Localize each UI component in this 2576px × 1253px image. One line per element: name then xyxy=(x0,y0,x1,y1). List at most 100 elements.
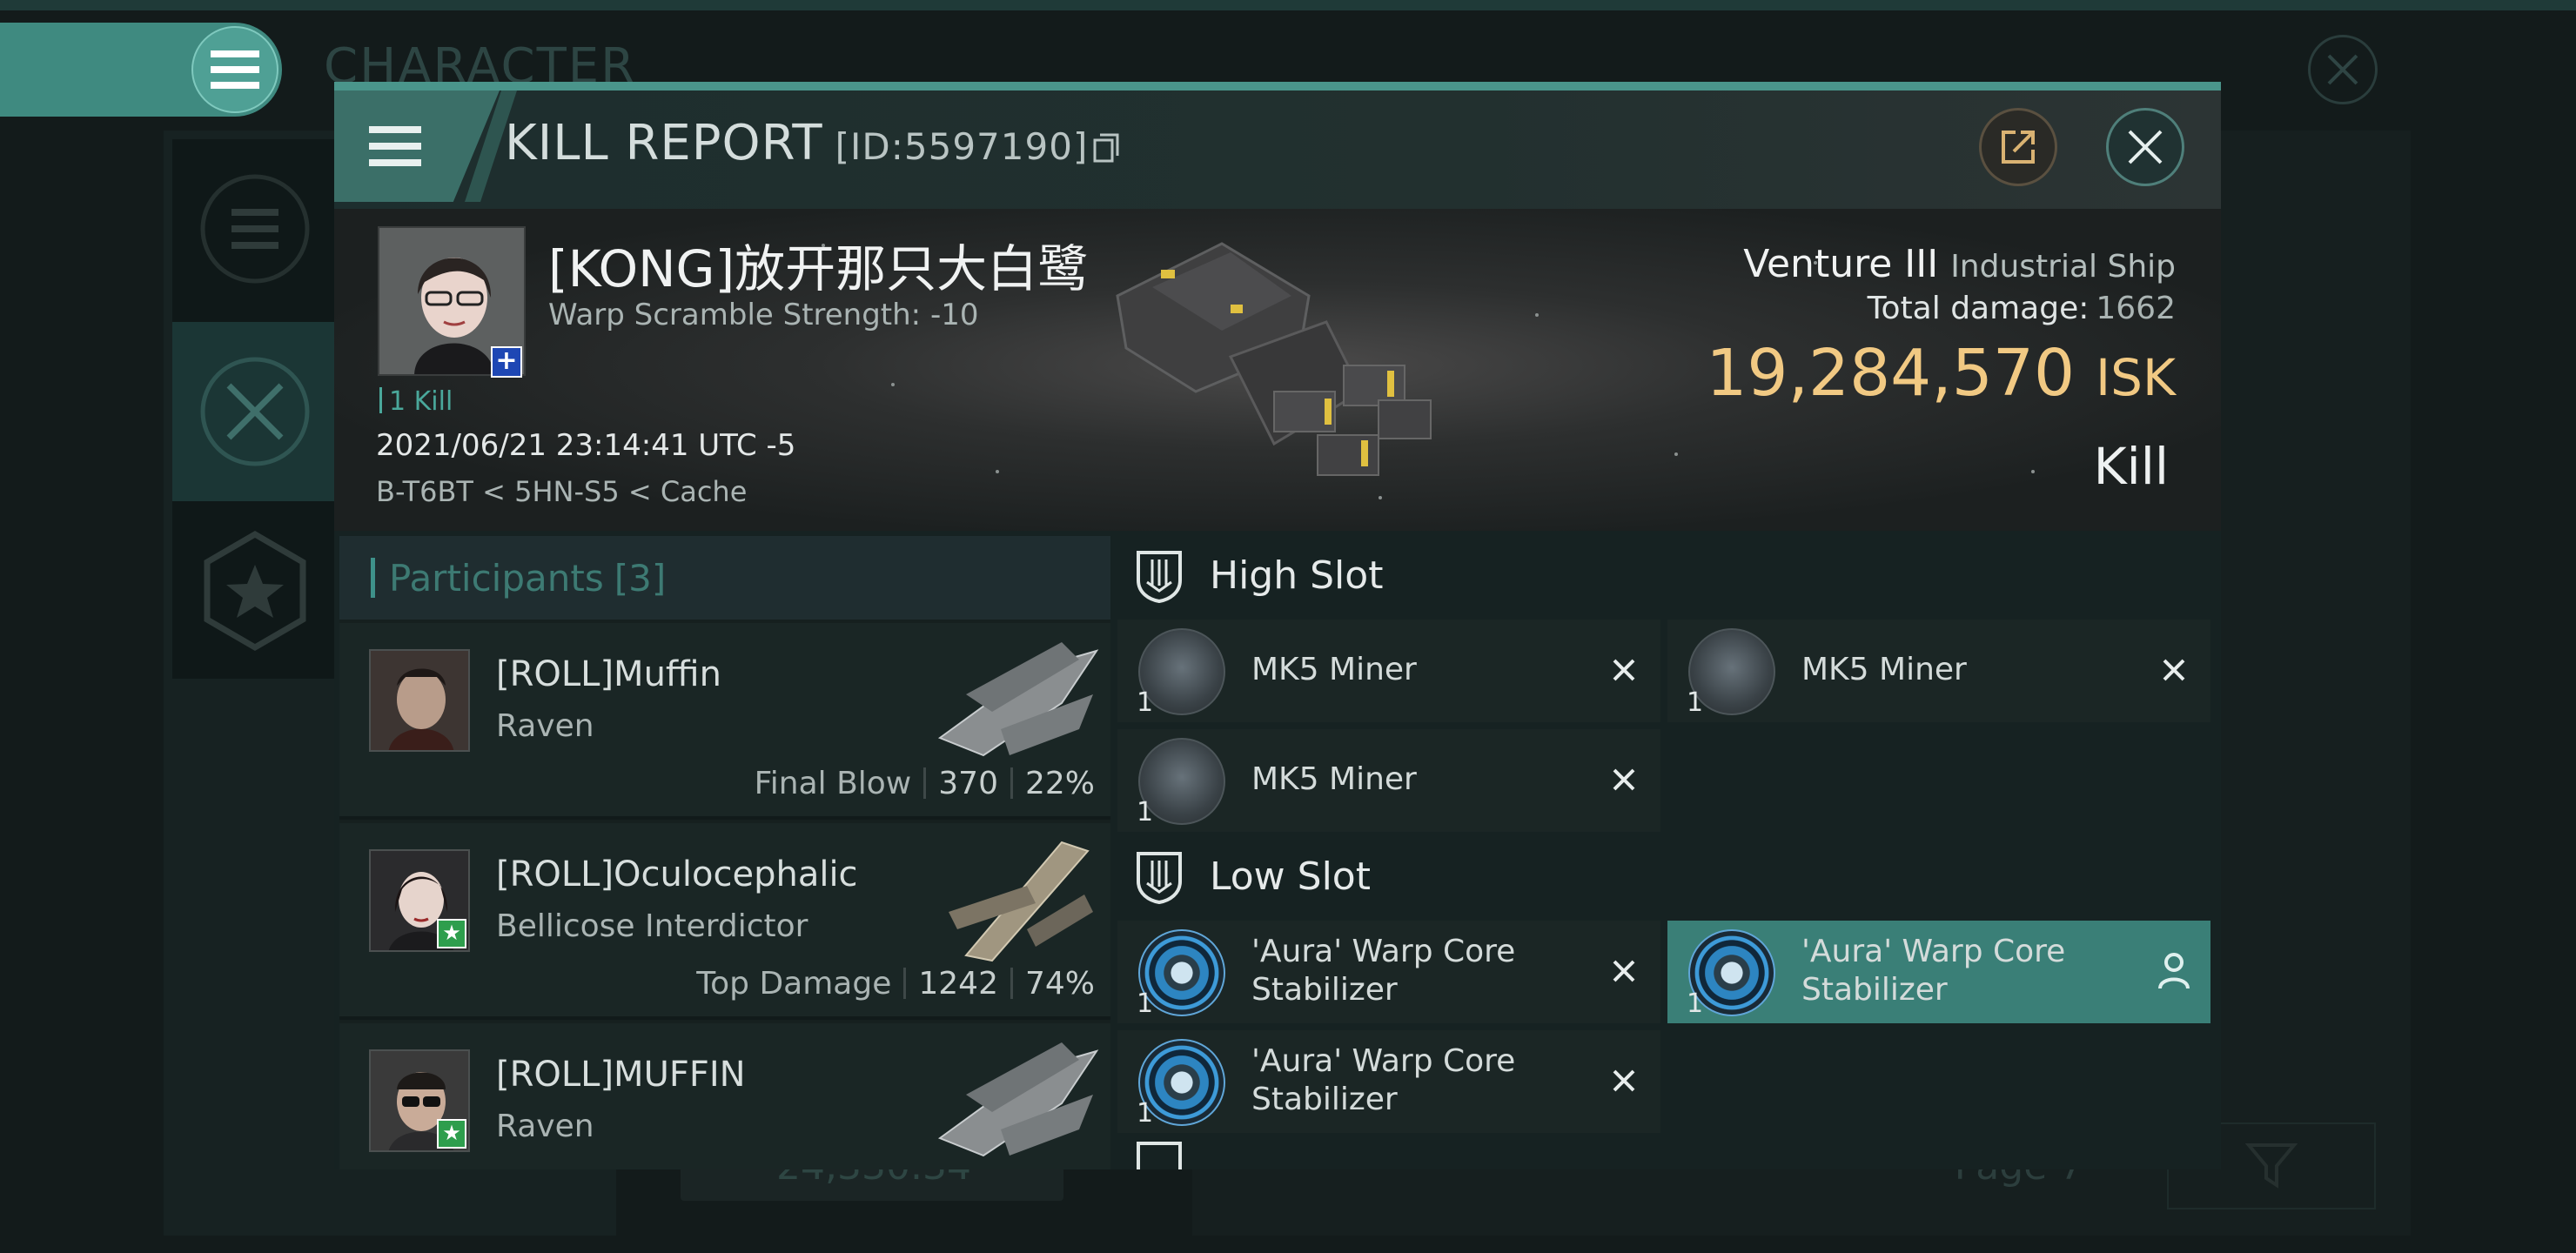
high-slot-item[interactable]: 1 MK5 Miner xyxy=(1117,729,1660,832)
item-quantity: 1 xyxy=(1137,1098,1154,1129)
high-slot-shield-icon xyxy=(1137,551,1182,603)
hamburger-icon xyxy=(369,126,421,166)
item-name: MK5 Miner xyxy=(1251,761,1417,797)
participant-avatar-image xyxy=(371,651,468,750)
item-name: 'Aura' Warp Core Stabilizer xyxy=(1251,934,1516,1008)
destroyed-x-icon xyxy=(2157,653,2191,687)
total-damage-value: 1662 xyxy=(2096,291,2176,326)
item-quantity: 1 xyxy=(1137,988,1154,1019)
item-quantity: 1 xyxy=(1137,687,1154,718)
participant-row[interactable]: ★ [ROLL]MUFFIN Raven xyxy=(339,1023,1110,1169)
high-slot-header: High Slot xyxy=(1117,536,2221,614)
participant-name: [ROLL]Muffin xyxy=(496,654,721,694)
ship-name[interactable]: Venture III Industrial Ship xyxy=(1743,242,2176,286)
app-root: CHARACTER 24,330.34 Page 7 KILL REPORT[I… xyxy=(0,0,2576,1253)
close-icon xyxy=(2128,130,2163,164)
hamburger-icon xyxy=(211,50,259,89)
ship-name-text: Venture III xyxy=(1743,242,1939,286)
share-icon xyxy=(2002,131,2035,164)
mid-slot-shield-icon xyxy=(1137,1142,1182,1169)
destroyed-x-icon xyxy=(1607,1063,1641,1098)
participant-ship-image xyxy=(949,841,1093,962)
kill-location[interactable]: B-T6BT < 5HN-S5 < Cache xyxy=(376,475,747,508)
main-menu-button[interactable] xyxy=(191,26,278,113)
participant-star-badge: ★ xyxy=(437,919,466,948)
participant-name: [ROLL]MUFFIN xyxy=(496,1055,746,1095)
item-quantity: 1 xyxy=(1687,687,1704,718)
kill-outcome: Kill xyxy=(2093,437,2169,496)
participants-count: [3] xyxy=(614,556,667,600)
isk-value: 19,284,570 ISK xyxy=(1706,336,2176,411)
total-damage: Total damage: 1662 xyxy=(1868,291,2176,326)
victim-status-badge: + xyxy=(491,346,522,378)
low-slot-item-selected[interactable]: 1 'Aura' Warp Core Stabilizer xyxy=(1667,921,2210,1023)
crossed-swords-icon xyxy=(200,357,310,466)
victim-ship-image xyxy=(1116,242,1432,476)
filter-icon xyxy=(2245,1143,2298,1189)
main-menu-pill[interactable] xyxy=(0,23,282,117)
item-quantity: 1 xyxy=(1137,797,1154,828)
nav-combat-button[interactable] xyxy=(172,322,338,501)
participants-panel: Participants [3] [ROLL]Muffin Raven Final… xyxy=(339,536,1110,1169)
close-icon xyxy=(2327,54,2358,85)
mid-slot-header-partial xyxy=(1117,1138,2221,1169)
participant-ship-image xyxy=(937,1042,1099,1157)
participant-name: [ROLL]Oculocephalic xyxy=(496,854,858,895)
item-name: 'Aura' Warp Core Stabilizer xyxy=(1801,934,2066,1008)
modal-title: KILL REPORT [ID:5597190] xyxy=(505,115,1119,171)
participant-role: Top Damage xyxy=(696,966,892,1002)
participant-role: Final Blow xyxy=(754,766,912,801)
participants-header-label: Participants xyxy=(389,556,604,600)
background-close-button[interactable] xyxy=(2308,35,2378,104)
participant-row[interactable]: ★ [ROLL]Oculocephalic Bellicose Interdic… xyxy=(339,823,1110,1020)
isk-unit: ISK xyxy=(2096,348,2176,407)
destroyed-x-icon xyxy=(1607,762,1641,797)
kill-report-modal: KILL REPORT [ID:5597190] + [KONG]放开那只大白鹭 … xyxy=(334,82,2221,1169)
participant-damage: 1242 xyxy=(918,966,998,1002)
participant-star-badge: ★ xyxy=(437,1119,466,1149)
item-name: MK5 Miner xyxy=(1801,652,1967,687)
kill-datetime: 2021/06/21 23:14:41 UTC -5 xyxy=(376,428,796,463)
participant-avatar[interactable] xyxy=(369,649,470,752)
low-slot-item[interactable]: 1 'Aura' Warp Core Stabilizer xyxy=(1117,921,1660,1023)
participant-row[interactable]: [ROLL]Muffin Raven Final Blow 370 22% xyxy=(339,623,1110,820)
participant-stats: Top Damage 1242 74% xyxy=(696,966,1095,1002)
participant-ship: Raven xyxy=(496,1109,594,1144)
low-slot-item[interactable]: 1 'Aura' Warp Core Stabilizer xyxy=(1117,1030,1660,1133)
participant-percent: 22% xyxy=(1024,766,1095,801)
nav-favorites-button[interactable] xyxy=(172,501,338,680)
isk-amount: 19,284,570 xyxy=(1706,336,2076,411)
item-quantity: 1 xyxy=(1687,988,1704,1019)
participant-ship: Raven xyxy=(496,708,594,744)
high-slot-item[interactable]: 1 MK5 Miner xyxy=(1667,620,2210,722)
nav-list-button[interactable] xyxy=(172,139,338,318)
top-strip xyxy=(0,0,2576,10)
warp-scramble-strength: Warp Scramble Strength: -10 xyxy=(548,298,979,332)
participants-header: Participants [3] xyxy=(339,536,1110,620)
participant-avatar[interactable]: ★ xyxy=(369,1049,470,1152)
star-hexagon-icon xyxy=(204,530,306,652)
participant-stats: Final Blow 370 22% xyxy=(755,766,1095,801)
participant-avatar[interactable]: ★ xyxy=(369,849,470,952)
total-damage-label: Total damage: xyxy=(1867,291,2090,326)
modal-title-text: KILL REPORT xyxy=(505,115,823,171)
participant-damage: 370 xyxy=(938,766,998,801)
modal-header: KILL REPORT [ID:5597190] xyxy=(334,90,2221,209)
modal-close-button[interactable] xyxy=(2106,108,2184,186)
item-name: 'Aura' Warp Core Stabilizer xyxy=(1251,1043,1516,1117)
copy-icon[interactable] xyxy=(1093,133,1119,163)
participant-ship: Bellicose Interdictor xyxy=(496,908,808,944)
victim-banner: + [KONG]放开那只大白鹭 Warp Scramble Strength: … xyxy=(334,209,2221,531)
low-slot-shield-icon xyxy=(1137,852,1182,904)
victim-name[interactable]: [KONG]放开那只大白鹭 xyxy=(548,228,1088,301)
dropped-person-icon xyxy=(2158,953,2190,989)
destroyed-x-icon xyxy=(1607,954,1641,988)
kill-count: 1 Kill xyxy=(379,386,453,417)
low-slot-title: Low Slot xyxy=(1210,854,1371,899)
low-slot-header: Low Slot xyxy=(1117,837,2221,915)
high-slot-item[interactable]: 1 MK5 Miner xyxy=(1117,620,1660,722)
high-slot-title: High Slot xyxy=(1210,553,1384,598)
report-id[interactable]: [ID:5597190] xyxy=(835,125,1089,168)
share-button[interactable] xyxy=(1979,108,2057,186)
ship-class: Industrial Ship xyxy=(1950,249,2176,285)
